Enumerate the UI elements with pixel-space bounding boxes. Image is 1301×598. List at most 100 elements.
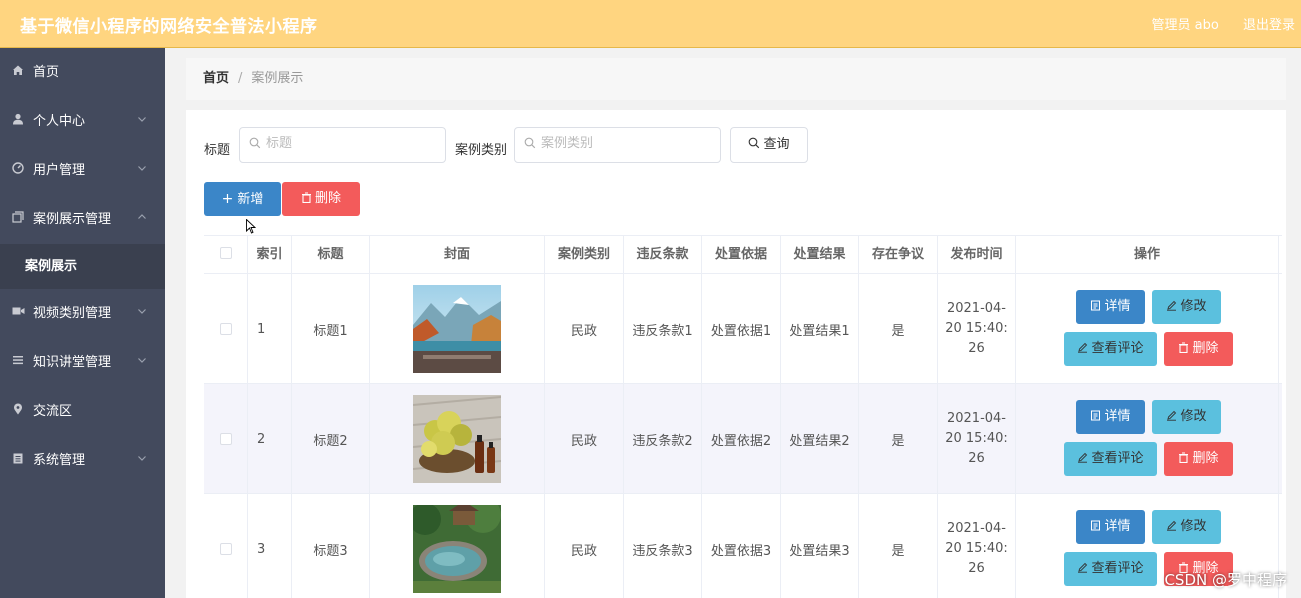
- add-button[interactable]: + 新增: [204, 182, 281, 216]
- trash-icon: [301, 183, 312, 217]
- sidebar-item-system-management[interactable]: 系统管理: [0, 436, 165, 485]
- cell-result: 处置结果1: [781, 274, 859, 384]
- table-row: 3 标题3 民政 违反条款3 处置依据3 处置结果3 是 2021-04-20 …: [204, 494, 1282, 598]
- delete-button-label: 删除: [314, 191, 341, 206]
- cell-clause: 违反条款2: [624, 384, 702, 494]
- sidebar-item-label: 个人中心: [33, 114, 86, 129]
- edit-icon: [1077, 443, 1088, 463]
- view-comments-button[interactable]: 查看评论: [1064, 332, 1157, 366]
- chevron-down-icon: [137, 146, 147, 195]
- edit-button[interactable]: 修改: [1152, 290, 1221, 324]
- trash-icon: [1178, 553, 1189, 574]
- column-header-clause[interactable]: 违反条款: [624, 236, 702, 274]
- video-icon: [11, 289, 25, 338]
- table-row: 2 标题2 民政 违反条款2 处置依据2 处置结果2 是 2021-04-20 …: [204, 384, 1282, 494]
- edit-icon: [1166, 291, 1177, 311]
- watermark: CSDN @罗中程序: [1164, 571, 1287, 589]
- title-search-input[interactable]: [266, 136, 426, 151]
- cell-publish-time: 2021-04-20 15:40:26: [938, 274, 1016, 384]
- column-header-result[interactable]: 处置结果: [781, 236, 859, 274]
- breadcrumb-home[interactable]: 首页: [203, 71, 229, 86]
- search-icon: [249, 137, 261, 149]
- detail-button[interactable]: 详情: [1076, 290, 1145, 324]
- title-search-box[interactable]: [239, 127, 446, 163]
- publish-time-text: 2021-04-20 15:40:26: [945, 301, 1008, 356]
- delete-button[interactable]: 删除: [1164, 332, 1233, 366]
- detail-button[interactable]: 详情: [1076, 510, 1145, 544]
- sidebar-item-exchange-area[interactable]: 交流区: [0, 387, 165, 436]
- cover-image-lake-mountains[interactable]: [413, 285, 501, 373]
- select-all-cell: [204, 236, 248, 274]
- cell-basis: 处置依据2: [702, 384, 781, 494]
- select-all-checkbox[interactable]: [219, 247, 232, 259]
- sidebar-item-video-category[interactable]: 视频类别管理: [0, 289, 165, 338]
- cover-image-flowers-bottles[interactable]: [413, 395, 501, 483]
- category-search-input[interactable]: [541, 136, 701, 151]
- batch-delete-button[interactable]: 删除: [282, 182, 360, 216]
- copy-icon: [11, 195, 25, 244]
- sidebar: 首页 个人中心 用户管理 案例展示管理 案例展示 视频类别管理 知识讲堂管理 交…: [0, 48, 165, 598]
- sidebar-item-label: 视频类别管理: [33, 306, 112, 321]
- cell-publish-time: 2021-04-20 15:40:26: [938, 384, 1016, 494]
- detail-button[interactable]: 详情: [1076, 400, 1145, 434]
- detail-button-label: 详情: [1104, 519, 1131, 534]
- column-header-dispute[interactable]: 存在争议: [859, 236, 938, 274]
- cell-cover: [370, 494, 545, 598]
- location-icon: [11, 387, 25, 436]
- cell-category: 民政: [545, 274, 624, 384]
- cover-image-garden-pool[interactable]: [413, 505, 501, 593]
- cell-basis: 处置依据1: [702, 274, 781, 384]
- sidebar-item-label: 案例展示: [25, 259, 78, 274]
- edit-icon: [1166, 401, 1177, 421]
- chevron-down-icon: [137, 289, 147, 338]
- document-icon: [1090, 401, 1101, 421]
- sidebar-item-knowledge-lecture[interactable]: 知识讲堂管理: [0, 338, 165, 387]
- sidebar-item-case-management[interactable]: 案例展示管理: [0, 195, 165, 244]
- column-header-title[interactable]: 标题: [292, 236, 370, 274]
- column-header-cover[interactable]: 封面: [370, 236, 545, 274]
- chevron-down-icon: [137, 97, 147, 146]
- sidebar-item-label: 系统管理: [33, 453, 86, 468]
- cell-result: 处置结果3: [781, 494, 859, 598]
- cell-clause: 违反条款1: [624, 274, 702, 384]
- category-search-label: 案例类别: [455, 143, 508, 158]
- sidebar-item-label: 案例展示管理: [33, 212, 112, 227]
- delete-button[interactable]: 删除: [1164, 442, 1233, 476]
- row-select-cell: [204, 494, 248, 598]
- column-header-publish-time[interactable]: 发布时间: [938, 236, 1016, 274]
- title-search-label: 标题: [204, 143, 231, 158]
- sidebar-item-label: 首页: [33, 65, 60, 80]
- cell-title: 标题2: [292, 384, 370, 494]
- category-search-box[interactable]: [514, 127, 721, 163]
- view-comments-button[interactable]: 查看评论: [1064, 552, 1157, 586]
- chevron-down-icon: [137, 436, 147, 485]
- sidebar-item-personal-center[interactable]: 个人中心: [0, 97, 165, 146]
- case-table: 索引 标题 封面 案例类别 违反条款 处置依据 处置结果 存在争议 发布时间 操…: [204, 235, 1282, 598]
- view-comments-button[interactable]: 查看评论: [1064, 442, 1157, 476]
- cell-result: 处置结果2: [781, 384, 859, 494]
- breadcrumb-current: 案例展示: [251, 71, 304, 86]
- cell-clause: 违反条款3: [624, 494, 702, 598]
- sidebar-item-home[interactable]: 首页: [0, 48, 165, 97]
- query-button[interactable]: 查询: [730, 127, 808, 163]
- detail-button-label: 详情: [1104, 409, 1131, 424]
- edit-button[interactable]: 修改: [1152, 400, 1221, 434]
- row-checkbox[interactable]: [219, 323, 232, 335]
- column-header-index[interactable]: 索引: [248, 236, 292, 274]
- table-header: 索引 标题 封面 案例类别 违反条款 处置依据 处置结果 存在争议 发布时间 操…: [204, 235, 1282, 274]
- admin-user-label[interactable]: 管理员 abo: [1152, 18, 1219, 33]
- edit-button[interactable]: 修改: [1152, 510, 1221, 544]
- logout-link[interactable]: 退出登录: [1243, 18, 1295, 33]
- document-icon: [1090, 511, 1101, 531]
- column-header-category[interactable]: 案例类别: [545, 236, 624, 274]
- cell-title: 标题1: [292, 274, 370, 384]
- breadcrumb-separator: /: [238, 71, 243, 86]
- row-select-cell: [204, 384, 248, 494]
- row-checkbox[interactable]: [219, 433, 232, 445]
- column-header-basis[interactable]: 处置依据: [702, 236, 781, 274]
- sidebar-item-case-display[interactable]: 案例展示: [0, 244, 165, 289]
- publish-time-text: 2021-04-20 15:40:26: [945, 411, 1008, 466]
- row-checkbox[interactable]: [219, 543, 232, 555]
- sidebar-item-user-management[interactable]: 用户管理: [0, 146, 165, 195]
- mouse-cursor-icon: [246, 218, 257, 238]
